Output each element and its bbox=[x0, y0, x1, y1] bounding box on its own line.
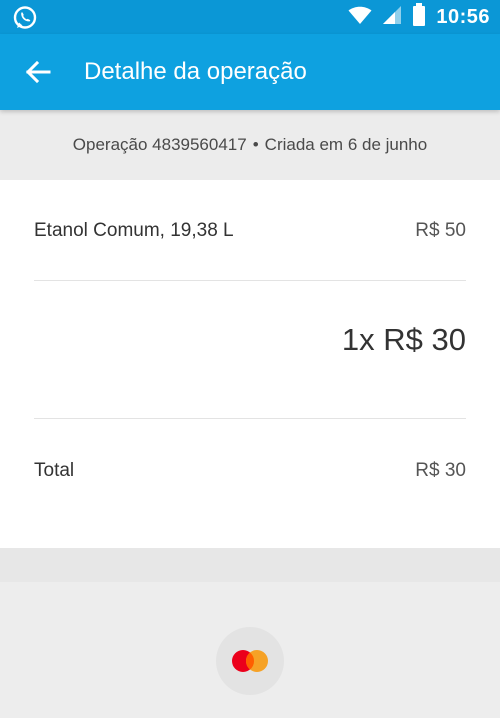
operation-details-card: Etanol Comum, 19,38 L R$ 50 1x R$ 30 Tot… bbox=[0, 180, 500, 548]
total-amount: R$ 30 bbox=[415, 460, 466, 481]
operation-id: Operação 4839560417 bbox=[72, 135, 247, 154]
total-label: Total bbox=[34, 460, 75, 481]
arrow-left-icon bbox=[25, 60, 51, 84]
status-time: 10:56 bbox=[436, 5, 490, 28]
installments-amount: 1x R$ 30 bbox=[341, 322, 466, 357]
screen: 10:56 Detalhe da operação Operação 48395… bbox=[0, 0, 500, 718]
signal-icon bbox=[382, 5, 402, 30]
total-row: Total R$ 30 bbox=[34, 450, 466, 492]
page-title: Detalhe da operação bbox=[84, 58, 307, 85]
mastercard-icon bbox=[232, 650, 268, 672]
item-amount: R$ 50 bbox=[415, 220, 466, 241]
operation-info: Operação 4839560417 • Criada em 6 de jun… bbox=[0, 110, 500, 180]
item-label: Etanol Comum, 19,38 L bbox=[34, 220, 234, 241]
whatsapp-icon bbox=[12, 5, 38, 31]
wifi-icon bbox=[348, 5, 372, 30]
operation-date: Criada em 6 de junho bbox=[264, 135, 428, 154]
status-bar: 10:56 bbox=[0, 0, 500, 34]
payment-method-badge bbox=[216, 627, 284, 695]
battery-icon bbox=[412, 2, 426, 32]
back-button[interactable] bbox=[18, 52, 58, 92]
divider bbox=[34, 418, 466, 419]
section-band bbox=[0, 548, 500, 582]
info-separator: • bbox=[252, 135, 259, 154]
toolbar: Detalhe da operação bbox=[0, 34, 500, 110]
item-row: Etanol Comum, 19,38 L R$ 50 bbox=[34, 210, 466, 252]
divider bbox=[34, 280, 466, 281]
